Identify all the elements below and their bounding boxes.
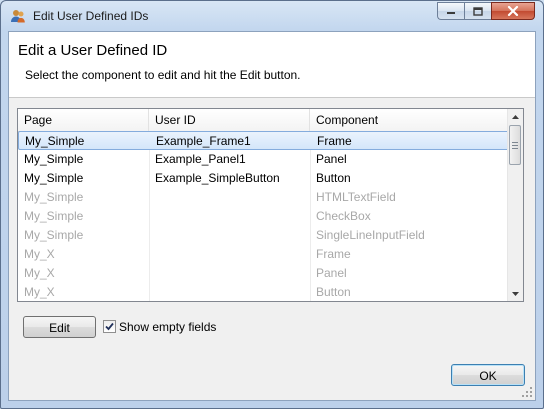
column-header-page[interactable]: Page <box>18 109 149 131</box>
cell-page: My_Simple <box>24 228 84 242</box>
close-button[interactable] <box>491 2 535 20</box>
cell-component: Button <box>316 171 351 185</box>
checkmark-icon <box>105 322 114 331</box>
people-icon <box>11 10 25 23</box>
dialog-header: Edit a User Defined ID Select the compon… <box>9 32 535 98</box>
cell-user-id <box>149 207 310 226</box>
cell-component: HTMLTextField <box>316 190 396 204</box>
table-row[interactable]: My_Simple Example_Frame1 Frame <box>18 131 509 150</box>
scroll-up-icon <box>512 114 519 119</box>
close-icon <box>507 6 519 16</box>
cell-page: My_X <box>24 266 55 280</box>
table-row[interactable]: My_Simple HTMLTextField <box>18 188 509 207</box>
minimize-icon <box>447 12 455 14</box>
vertical-scrollbar[interactable] <box>507 109 523 301</box>
header-title: Edit a User Defined ID <box>18 42 168 59</box>
cell-user-id: Example_Frame1 <box>156 134 251 148</box>
header-description: Select the component to edit and hit the… <box>25 68 301 82</box>
title-bar[interactable]: Edit User Defined IDs <box>1 1 543 31</box>
column-header-user-id[interactable]: User ID <box>149 109 310 131</box>
scroll-up-button[interactable] <box>508 109 523 124</box>
table-row[interactable]: My_X Button <box>18 283 509 301</box>
table-row[interactable]: My_Simple Example_SimpleButton Button <box>18 169 509 188</box>
ids-table: Page User ID Component My_Simple Example… <box>17 108 524 302</box>
scroll-thumb[interactable] <box>509 125 521 165</box>
table-header: Page User ID Component <box>18 109 509 132</box>
cell-user-id <box>149 188 310 207</box>
maximize-button[interactable] <box>464 2 491 20</box>
edit-button[interactable]: Edit <box>23 316 96 338</box>
table-row[interactable]: My_Simple CheckBox <box>18 207 509 226</box>
cell-component: Frame <box>317 134 352 148</box>
checkbox-box[interactable] <box>103 320 116 333</box>
window-controls <box>437 2 535 20</box>
cell-user-id: Example_Panel1 <box>155 152 246 166</box>
cell-component: Panel <box>316 152 347 166</box>
scroll-down-icon <box>512 291 519 296</box>
table-body: My_Simple Example_Frame1 Frame My_Simple… <box>18 131 509 301</box>
cell-user-id <box>149 283 310 301</box>
table-row[interactable]: My_Simple SingleLineInputField <box>18 226 509 245</box>
cell-page: My_Simple <box>24 152 84 166</box>
cell-component: SingleLineInputField <box>316 228 425 242</box>
cell-component: Panel <box>316 266 347 280</box>
ok-button[interactable]: OK <box>451 364 525 386</box>
show-empty-fields-label: Show empty fields <box>119 320 217 334</box>
window-title: Edit User Defined IDs <box>33 9 149 23</box>
cell-page: My_Simple <box>24 190 84 204</box>
cell-user-id <box>149 226 310 245</box>
cell-user-id: Example_SimpleButton <box>155 171 280 185</box>
cell-component: Button <box>316 285 351 299</box>
cell-page: My_X <box>24 285 55 299</box>
cell-page: My_Simple <box>24 171 84 185</box>
minimize-button[interactable] <box>437 2 464 20</box>
cell-page: My_X <box>24 247 55 261</box>
cell-component: CheckBox <box>316 209 371 223</box>
table-row[interactable]: My_Simple Example_Panel1 Panel <box>18 150 509 169</box>
cell-user-id <box>149 264 310 283</box>
scroll-down-button[interactable] <box>508 286 523 301</box>
cell-component: Frame <box>316 247 351 261</box>
cell-page: My_Simple <box>25 134 85 148</box>
maximize-icon <box>473 6 483 16</box>
cell-user-id <box>149 245 310 264</box>
dialog-window: Edit User Defined IDs Edit a User Define… <box>0 0 544 409</box>
cell-page: My_Simple <box>24 209 84 223</box>
column-header-component[interactable]: Component <box>310 109 509 131</box>
table-row[interactable]: My_X Panel <box>18 264 509 283</box>
resize-grip-icon[interactable] <box>522 387 532 397</box>
dialog-client-area: Edit a User Defined ID Select the compon… <box>8 31 536 401</box>
table-row[interactable]: My_X Frame <box>18 245 509 264</box>
